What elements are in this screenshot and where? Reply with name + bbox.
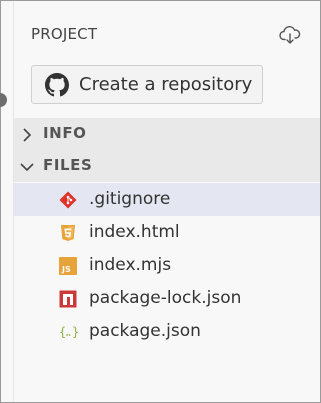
file-item-package-lock-json[interactable]: package-lock.json (14, 282, 320, 315)
chevron-down-icon (20, 159, 34, 173)
svg-text:JS: JS (61, 265, 71, 274)
panel-header: PROJECT (14, 1, 320, 59)
file-name: package-lock.json (89, 288, 242, 308)
section-files-label: FILES (43, 156, 93, 174)
file-item-index-mjs[interactable]: JS index.mjs (14, 249, 320, 282)
file-name: index.mjs (89, 255, 172, 275)
window-frame: PROJECT Create a repository INFO FILES .… (0, 0, 321, 403)
file-item-package-json[interactable]: { } package.json (14, 315, 320, 348)
file-name: package.json (89, 321, 201, 341)
create-repository-button[interactable]: Create a repository (31, 65, 263, 104)
section-info-label: INFO (43, 124, 87, 142)
github-icon (45, 73, 69, 97)
file-name: index.html (89, 222, 180, 242)
file-name: .gitignore (89, 189, 171, 209)
section-info[interactable]: INFO (14, 118, 320, 150)
javascript-icon: JS (59, 257, 77, 275)
git-icon (59, 191, 77, 209)
panel-title: PROJECT (31, 25, 98, 43)
file-item-gitignore[interactable]: .gitignore (14, 183, 320, 216)
json-icon: { } (59, 323, 79, 341)
html5-icon (59, 224, 77, 242)
file-list: .gitignore index.html JS index.mjs packa… (14, 183, 320, 348)
cloud-download-icon[interactable] (279, 25, 301, 45)
svg-text:}: } (72, 325, 79, 339)
svg-text:{: { (59, 325, 66, 339)
file-item-index-html[interactable]: index.html (14, 216, 320, 249)
npm-icon (59, 290, 77, 308)
create-repository-label: Create a repository (79, 74, 253, 95)
chevron-right-icon (20, 127, 34, 142)
section-files[interactable]: FILES (14, 150, 320, 182)
project-panel: PROJECT Create a repository INFO FILES .… (14, 1, 320, 402)
activity-strip (1, 1, 14, 402)
